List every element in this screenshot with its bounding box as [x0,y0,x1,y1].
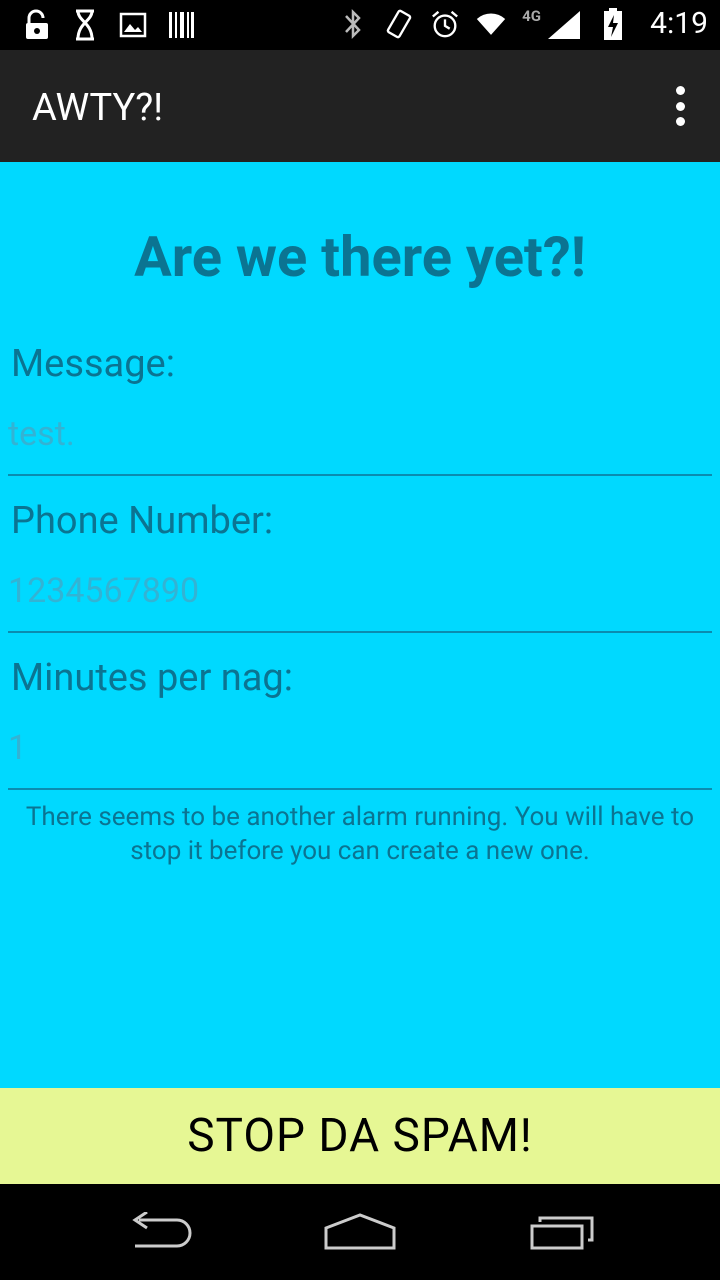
unlock-icon [22,8,52,42]
minutes-per-nag-field[interactable]: 1 [8,718,712,790]
app-bar: AWTY?! [0,50,720,162]
barcode-icon [166,8,196,42]
status-bar: 4G 4:19 [0,0,720,50]
back-icon[interactable] [120,1210,200,1254]
message-value: test. [8,414,75,454]
page-title: Are we there yet?! [134,224,586,290]
app-title: AWTY?! [32,86,164,130]
vibrate-icon [384,7,414,41]
alarm-running-notice: There seems to be another alarm running.… [25,802,695,866]
overflow-menu-icon[interactable] [670,86,690,126]
phone-number-value: 1234567890 [8,571,200,611]
home-icon[interactable] [320,1210,400,1254]
signal-icon: 4G [522,7,582,41]
image-icon [118,8,148,42]
hourglass-icon [70,8,100,42]
navigation-bar [0,1184,720,1280]
phone-number-field[interactable]: 1234567890 [8,561,712,633]
message-field[interactable]: test. [8,404,712,476]
clock: 4:19 [650,6,708,41]
minutes-per-nag-value: 1 [8,728,28,768]
phone-number-label: Phone Number: [11,499,274,543]
battery-charging-icon [598,7,628,41]
network-type: 4G [522,6,541,25]
minutes-per-nag-label: Minutes per nag: [11,656,293,700]
message-label: Message: [11,342,175,386]
alarm-icon [430,7,460,41]
recents-icon[interactable] [522,1210,602,1254]
stop-spam-button[interactable]: STOP DA SPAM! [0,1088,720,1184]
main-content: Are we there yet?! Message: test. Phone … [0,162,720,1088]
wifi-icon [476,7,506,41]
bluetooth-icon [338,7,368,41]
